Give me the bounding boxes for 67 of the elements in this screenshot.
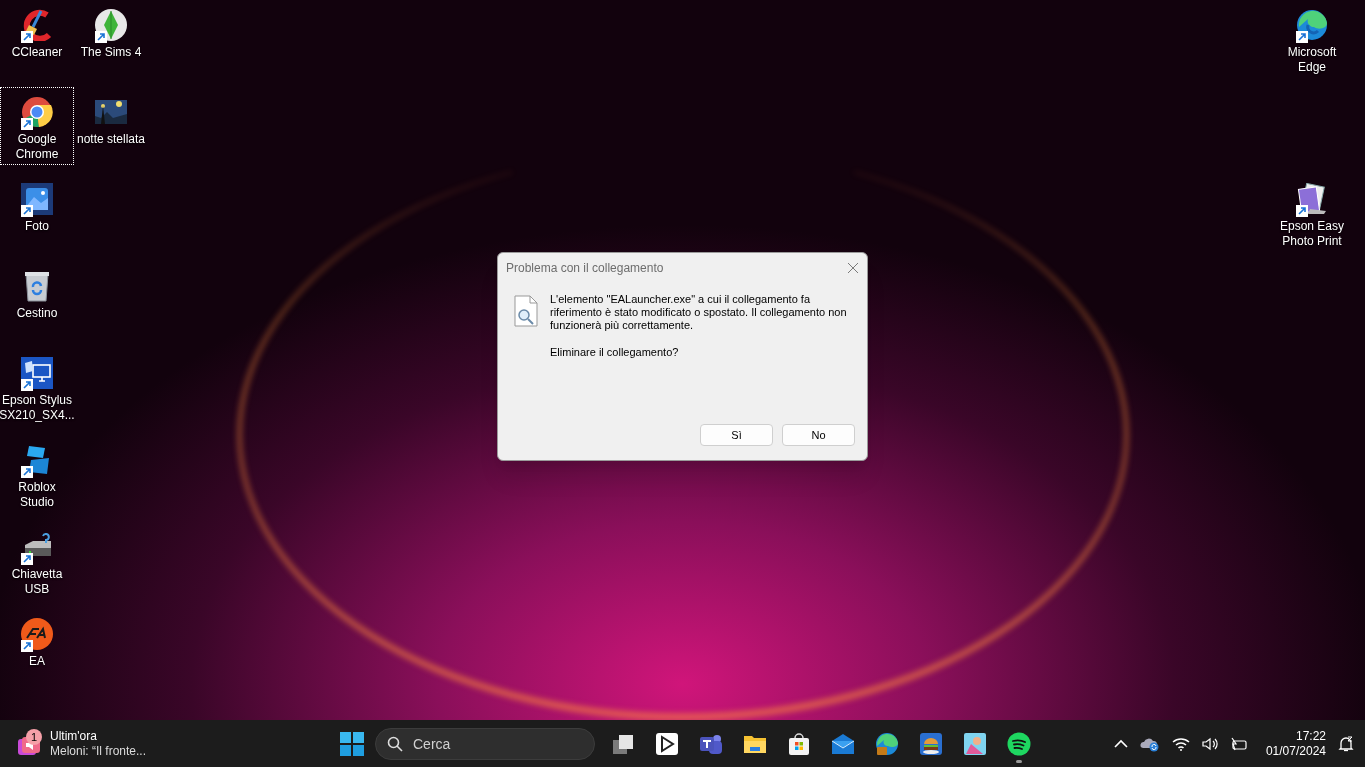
news-widget[interactable]: 1 Ultim'ora Meloni: “Il fronte... <box>16 724 147 764</box>
desktop-shortcut[interactable]: Epson Stylus SX210_SX4... <box>0 348 74 426</box>
desktop-shortcut[interactable]: Epson Easy Photo Print <box>1275 174 1349 252</box>
chevron-up-icon[interactable] <box>1114 738 1128 749</box>
dialog-button[interactable]: No <box>782 424 855 446</box>
desktop-shortcut[interactable]: Foto <box>0 174 74 237</box>
shortcut-label: Epson Easy Photo Print <box>1278 219 1345 249</box>
wifi-icon[interactable] <box>1172 736 1190 751</box>
desktop-shortcut[interactable]: EA <box>0 609 74 672</box>
shortcut-arrow-icon <box>21 31 33 43</box>
clock[interactable]: 17:22 01/07/2024 <box>1262 728 1326 759</box>
search-icon <box>387 735 403 752</box>
shortcut-label: notte stellata <box>75 132 146 147</box>
start-button[interactable] <box>339 730 365 757</box>
close-icon[interactable] <box>847 262 859 274</box>
shortcut-label: Google Chrome <box>14 132 60 162</box>
news-headline-text: Meloni: “Il fronte... <box>50 744 147 759</box>
shortcut-arrow-icon <box>21 553 33 565</box>
shortcut-arrow-icon <box>21 640 33 652</box>
desktop-shortcut[interactable]: The Sims 4 <box>74 0 148 63</box>
search-field[interactable]: Cerca <box>375 727 595 760</box>
desktop-shortcut[interactable]: Cestino <box>0 261 74 324</box>
shortcut-label: The Sims 4 <box>79 45 143 60</box>
shortcut-label: Epson Stylus SX210_SX4... <box>0 393 76 423</box>
envelope-icon[interactable] <box>831 731 855 756</box>
news-headline-title: Ultim'ora <box>50 729 98 744</box>
notification-badge: 1 <box>26 729 42 745</box>
desktop-shortcut[interactable]: Google Chrome <box>0 87 74 165</box>
shortcut-arrow-icon <box>21 118 33 130</box>
shortcut-arrow-icon <box>21 205 33 217</box>
desktop-shortcut[interactable]: Roblox Studio <box>0 435 74 513</box>
edge-logo-icon <box>1296 9 1328 41</box>
volume-icon[interactable] <box>1202 736 1218 751</box>
shortcut-arrow-icon <box>95 31 107 43</box>
shortcut-arrow-icon <box>1296 31 1308 43</box>
shortcut-arrow-icon <box>21 379 33 391</box>
shortcut-label: Foto <box>24 219 50 234</box>
photo-stack-icon <box>1296 183 1328 215</box>
spotify-icon[interactable] <box>1007 731 1031 756</box>
shopping-bag-icon[interactable] <box>787 731 811 756</box>
burger-icon[interactable] <box>919 731 943 756</box>
desktop-shortcut[interactable]: Microsoft Edge <box>1275 0 1349 78</box>
dialog-question: Eliminare il collegamento? <box>550 346 680 359</box>
shortcut-label: Cestino <box>15 306 59 321</box>
shortcut-label: Chiavetta USB <box>10 567 64 597</box>
broom-logo-icon <box>21 9 53 41</box>
shortcut-label: CCleaner <box>10 45 64 60</box>
chrome-logo-icon <box>21 96 53 128</box>
play-icon[interactable] <box>655 731 679 756</box>
shortcut-label: Roblox Studio <box>17 480 57 510</box>
shortcut-arrow-icon <box>21 466 33 478</box>
shortcut-label: Microsoft Edge <box>1286 45 1338 75</box>
battery-charging-icon[interactable] <box>1230 736 1248 751</box>
dialog-message: L'elemento "EALauncher.exe" a cui il collegamento fa riferimento è stato modificato o spostato. Il collegamento non funzionerà più correttamente. <box>550 293 848 332</box>
clock-date: 01/07/2024 <box>1265 743 1326 759</box>
desktop-shortcut[interactable]: CCleaner <box>0 0 74 63</box>
dialog-button[interactable]: Sì <box>700 424 773 446</box>
desktop-shortcut[interactable]: Chiavetta USB <box>0 522 74 600</box>
game-art-icon[interactable] <box>963 731 987 756</box>
desktop-shortcut[interactable]: notte stellata <box>74 87 148 150</box>
dialog-title: Problema con il collegamento <box>506 260 664 277</box>
shortcut-label: EA <box>28 654 46 669</box>
shortcut-arrow-icon <box>1296 205 1308 217</box>
clock-time: 17:22 <box>1295 728 1326 744</box>
notification-bell-icon[interactable] <box>1338 735 1354 752</box>
document-search-icon <box>514 295 538 327</box>
edge-logo-icon[interactable] <box>875 731 899 756</box>
